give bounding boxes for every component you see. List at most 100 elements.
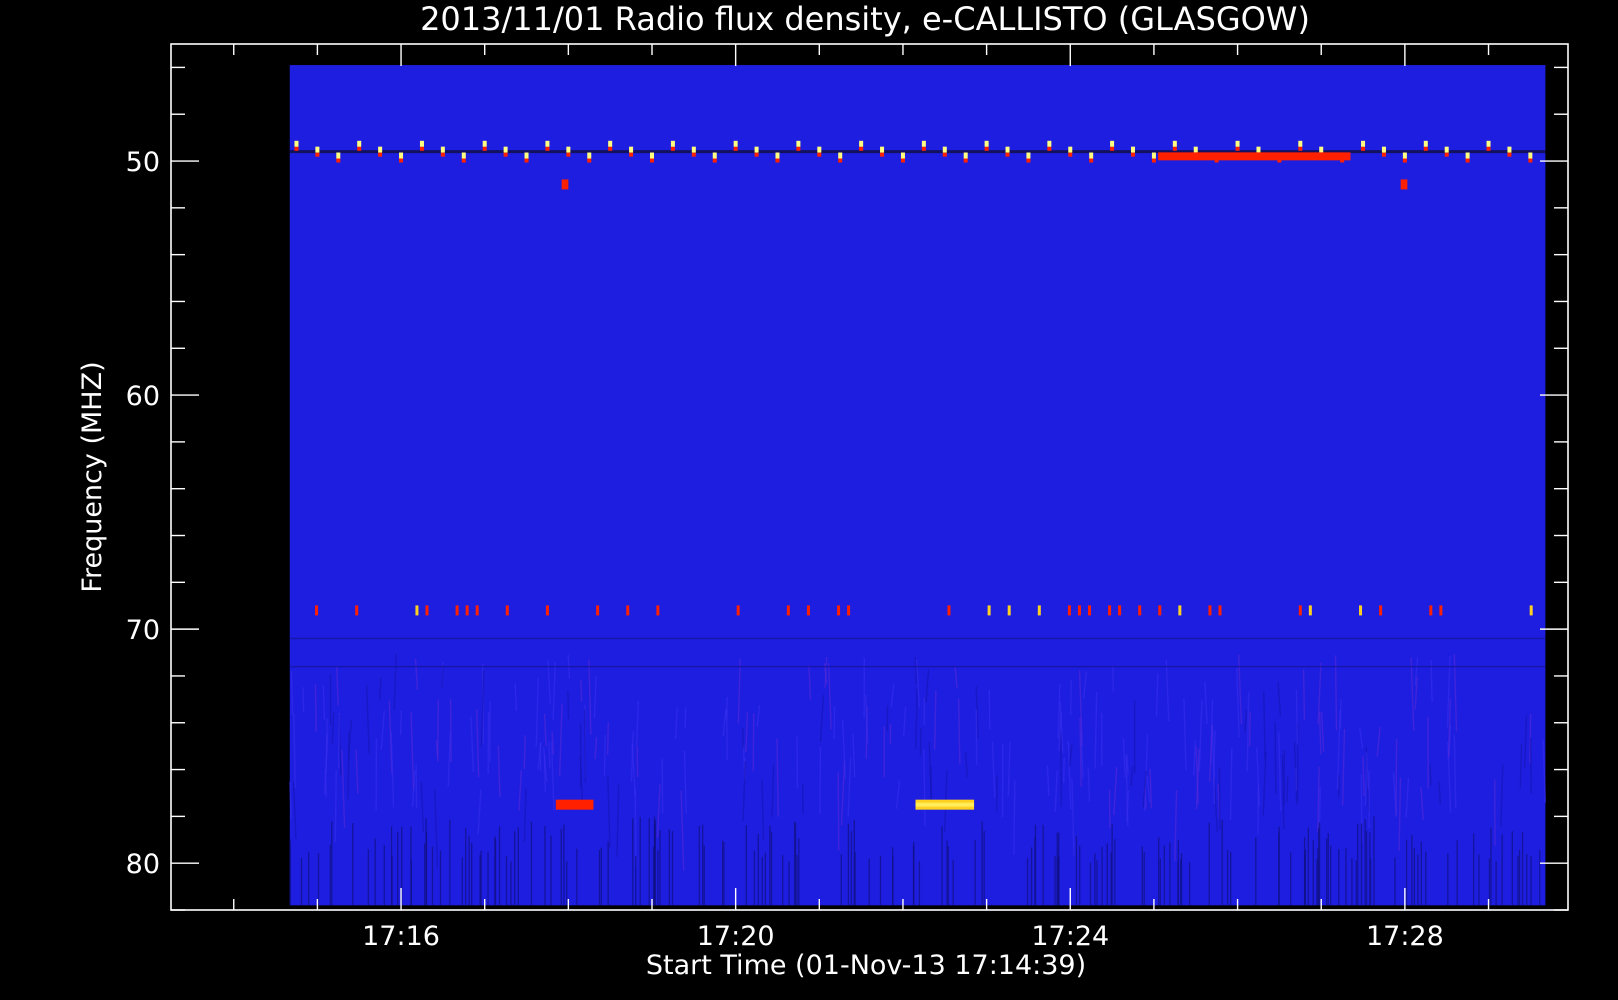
spike-mark <box>440 146 445 153</box>
spike-mark <box>1131 152 1136 157</box>
spike-mark <box>629 146 634 153</box>
spike-mark <box>786 605 790 616</box>
spike-mark <box>399 152 404 159</box>
spike-mark <box>626 605 630 616</box>
spike-mark <box>1138 605 1142 616</box>
noise-streak <box>819 747 822 814</box>
spike-mark <box>1402 158 1407 163</box>
noise-streak <box>1529 737 1532 794</box>
spike-mark <box>847 605 851 616</box>
spike-mark <box>1379 605 1383 616</box>
spike-mark <box>900 158 905 163</box>
spike-mark <box>1319 146 1324 153</box>
x-axis-label: Start Time (01-Nov-13 17:14:39) <box>646 950 1086 981</box>
noise-streak <box>548 742 551 768</box>
noise-streak <box>1302 669 1306 721</box>
spike-mark <box>1047 140 1052 147</box>
spike-mark <box>880 146 885 153</box>
burst-77.5MHz-a <box>555 799 594 810</box>
spike-mark <box>670 140 675 147</box>
spike-mark <box>419 140 424 147</box>
spike-mark <box>947 605 951 616</box>
spike-mark <box>587 152 592 159</box>
spike-mark <box>796 140 801 147</box>
spike-mark <box>736 605 740 616</box>
spike-mark <box>482 140 487 147</box>
spike-mark <box>796 146 801 151</box>
spike-mark <box>1151 158 1156 163</box>
spike-mark <box>963 152 968 159</box>
spike-mark <box>596 605 600 616</box>
spike-mark <box>921 140 926 147</box>
spike-mark <box>1429 605 1433 616</box>
spike-mark <box>1528 158 1533 163</box>
spike-mark <box>650 152 655 159</box>
burst-mark <box>1400 179 1408 190</box>
noise-streak <box>1060 730 1063 807</box>
spike-mark <box>524 152 529 159</box>
spike-mark <box>1256 146 1261 153</box>
spike-mark <box>1007 605 1011 616</box>
x-tick-label: 17:28 <box>1366 921 1444 952</box>
spike-mark <box>608 140 613 147</box>
spike-mark <box>775 152 780 159</box>
spike-mark <box>566 146 571 153</box>
spike-mark <box>440 152 445 157</box>
spike-mark <box>315 146 320 153</box>
spike-mark <box>545 605 549 616</box>
spike-mark <box>1444 146 1449 153</box>
spike-mark <box>1381 146 1386 153</box>
noise-streak <box>919 728 922 756</box>
spectrogram-chart: 2013/11/01 Radio flux density, e-CALLIST… <box>0 0 1618 1000</box>
spike-mark <box>475 605 479 616</box>
spike-mark <box>1486 146 1491 151</box>
spike-mark <box>294 146 299 151</box>
burst-core <box>915 802 975 807</box>
spike-mark <box>1047 146 1052 151</box>
spike-mark <box>1118 605 1122 616</box>
noise-streak <box>583 709 586 783</box>
noise-streak <box>995 775 998 812</box>
spike-mark <box>691 152 696 157</box>
spike-mark <box>1005 146 1010 153</box>
spike-mark <box>837 605 841 616</box>
noise-streak <box>1337 774 1340 798</box>
burst-mark <box>555 799 594 810</box>
spike-mark <box>378 146 383 153</box>
spectrogram-image <box>289 65 1546 906</box>
noise-streak <box>606 722 610 756</box>
spike-mark <box>754 152 759 157</box>
x-tick-label: 17:16 <box>362 921 440 952</box>
spike-mark <box>1178 605 1182 616</box>
spike-mark <box>1235 140 1240 147</box>
spike-mark <box>838 152 843 159</box>
spike-mark <box>984 140 989 147</box>
spike-mark <box>1005 152 1010 157</box>
spike-mark <box>963 158 968 163</box>
spike-mark <box>754 146 759 153</box>
spike-mark <box>733 146 738 151</box>
spike-mark <box>461 152 466 159</box>
spike-mark <box>1026 158 1031 163</box>
spike-mark <box>1235 146 1240 151</box>
noise-streak <box>399 710 403 736</box>
spot-51MHz-a <box>561 179 569 190</box>
spike-mark <box>1193 146 1198 153</box>
spike-mark <box>608 146 613 151</box>
spike-mark <box>942 152 947 157</box>
y-tick-label: 80 <box>126 849 160 880</box>
continuous-band-49.8MHz <box>1158 152 1351 161</box>
noise-streak <box>634 788 637 868</box>
noise-streak <box>449 699 452 762</box>
spike-mark <box>921 146 926 151</box>
spike-mark <box>1486 140 1491 147</box>
spike-mark <box>1068 152 1073 157</box>
noise-streak <box>314 684 317 732</box>
spike-mark <box>566 152 571 157</box>
spike-mark <box>1298 605 1302 616</box>
spike-mark <box>1037 605 1041 616</box>
spike-mark <box>1089 158 1094 163</box>
spike-mark <box>691 146 696 153</box>
spot-51MHz-b <box>1400 179 1408 190</box>
spike-mark <box>357 140 362 147</box>
